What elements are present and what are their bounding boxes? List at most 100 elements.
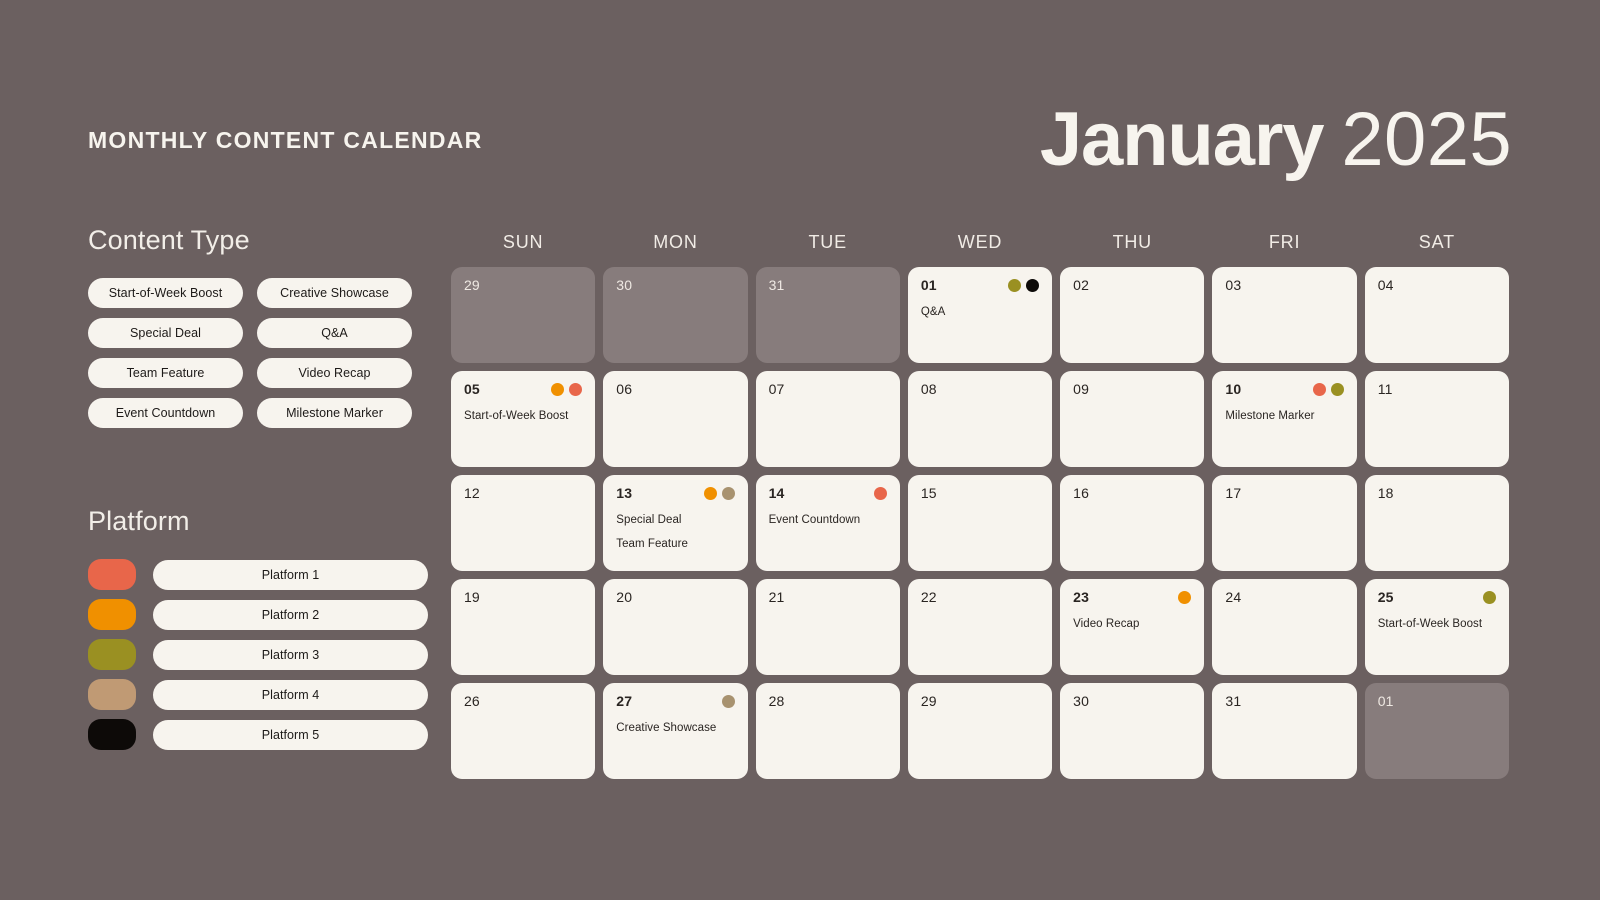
day-number: 29 [464, 277, 480, 293]
calendar-day-header: 13 [616, 486, 735, 502]
calendar-day-cell-out-of-month[interactable]: 30 [603, 267, 748, 363]
day-number: 28 [768, 693, 785, 709]
calendar-day-cell[interactable]: 05 Start-of-Week Boost [451, 371, 596, 467]
calendar-day-cell[interactable]: 25 Start-of-Week Boost [1364, 579, 1509, 675]
platform-dot-group [1483, 590, 1496, 604]
content-type-pill[interactable]: Milestone Marker [257, 398, 412, 428]
calendar-event-label[interactable]: Team Feature [616, 537, 737, 553]
page-header: MONTHLY CONTENT CALENDAR January 2025 [0, 95, 1600, 185]
calendar-day-cell-out-of-month[interactable]: 01 [1364, 683, 1509, 779]
content-type-pill[interactable]: Q&A [257, 318, 412, 348]
platform-dot-icon [873, 487, 887, 500]
content-type-pill[interactable]: Creative Showcase [257, 278, 412, 308]
calendar-day-cell[interactable]: 29 [907, 683, 1053, 779]
calendar-day-cell[interactable]: 14 Event Countdown [755, 475, 900, 571]
calendar-day-cell[interactable]: 26 [451, 683, 596, 779]
platform-dot-group [703, 486, 735, 500]
calendar-day-cell-out-of-month[interactable]: 31 [755, 267, 900, 363]
calendar-day-header: 29 [921, 694, 1039, 710]
day-number: 14 [768, 485, 785, 501]
calendar-day-cell[interactable]: 07 [755, 371, 900, 467]
day-of-week-label: SAT [1418, 232, 1455, 252]
platform-dot-icon [1312, 383, 1326, 396]
platform-pill[interactable]: Platform 2 [153, 599, 428, 630]
platform-dot-icon [1178, 591, 1192, 604]
calendar-day-cell[interactable]: 20 [603, 579, 748, 675]
content-type-pill[interactable]: Start-of-Week Boost [88, 278, 243, 308]
calendar-day-header: 22 [921, 590, 1039, 606]
calendar-day-events: Creative Showcase [616, 721, 737, 737]
calendar-event-label[interactable]: Event Countdown [769, 513, 890, 529]
calendar-day-cell[interactable]: 18 [1364, 475, 1509, 571]
day-number: 18 [1377, 485, 1394, 501]
calendar-day-cell[interactable]: 08 [907, 371, 1053, 467]
day-number: 01 [920, 277, 937, 293]
platform-pill[interactable]: Platform 5 [153, 719, 428, 750]
platform-row[interactable]: Platform 5 [88, 719, 428, 750]
calendar-event-label[interactable]: Video Recap [1073, 617, 1194, 633]
calendar-day-cell[interactable]: 28 [755, 683, 900, 779]
calendar-day-cell[interactable]: 09 [1060, 371, 1205, 467]
content-type-pill[interactable]: Video Recap [257, 358, 412, 388]
calendar-day-header: 01 [1378, 694, 1496, 710]
day-of-week-label: TUE [808, 232, 847, 252]
calendar-day-header: 08 [921, 382, 1039, 398]
platform-section: Platform Platform 1 Platform 2 Platform 3P… [88, 506, 428, 750]
calendar-day-cell-out-of-month[interactable]: 29 [451, 267, 596, 363]
calendar-day-header: 04 [1378, 278, 1496, 294]
calendar-day-cell[interactable]: 10 Milestone Marker [1212, 371, 1357, 467]
calendar-day-cell[interactable]: 03 [1212, 267, 1357, 363]
platform-row[interactable]: Platform 2 [88, 599, 428, 630]
calendar-day-cell[interactable]: 27 Creative Showcase [603, 683, 748, 779]
calendar-day-cell[interactable]: 21 [755, 579, 900, 675]
calendar-event-label[interactable]: Q&A [921, 305, 1042, 321]
platform-row[interactable]: Platform 4 [88, 679, 428, 710]
calendar-event-label[interactable]: Start-of-Week Boost [1378, 617, 1499, 633]
day-number: 22 [920, 589, 937, 605]
calendar-day-header: 14 [769, 486, 887, 502]
platform-dot-icon [1483, 591, 1496, 604]
calendar-day-cell[interactable]: 17 [1212, 475, 1357, 571]
day-number: 20 [616, 589, 633, 605]
calendar-day-cell[interactable]: 23 Video Recap [1060, 579, 1205, 675]
calendar-event-label[interactable]: Start-of-Week Boost [464, 409, 585, 425]
day-number: 05 [464, 381, 480, 397]
calendar-day-cell[interactable]: 31 [1212, 683, 1357, 779]
platform-dot-group [721, 694, 735, 708]
calendar-day-cell[interactable]: 22 [907, 579, 1053, 675]
calendar-day-header: 30 [1073, 694, 1191, 710]
platform-row[interactable]: Platform 3 [88, 639, 428, 670]
calendar-day-cell[interactable]: 12 [451, 475, 596, 571]
calendar-event-label[interactable]: Special Deal [616, 513, 737, 529]
day-number: 23 [1073, 589, 1089, 605]
platform-dot-icon [569, 383, 583, 396]
content-type-pill[interactable]: Event Countdown [88, 398, 243, 428]
calendar-day-cell[interactable]: 04 [1364, 267, 1509, 363]
calendar-day-header: 30 [616, 278, 734, 294]
calendar-day-header: 29 [464, 278, 582, 294]
day-number: 10 [1225, 381, 1242, 397]
calendar-event-label[interactable]: Creative Showcase [616, 721, 737, 737]
platform-pill[interactable]: Platform 1 [153, 559, 428, 590]
platform-pill[interactable]: Platform 4 [153, 679, 428, 710]
calendar-day-cell[interactable]: 02 [1060, 267, 1205, 363]
calendar-day-cell[interactable]: 11 [1364, 371, 1509, 467]
calendar-day-cell[interactable]: 16 [1060, 475, 1205, 571]
platform-pill[interactable]: Platform 3 [153, 639, 428, 670]
content-type-pill[interactable]: Team Feature [88, 358, 243, 388]
calendar-day-events: Event Countdown [769, 513, 890, 529]
content-type-legend: Start-of-Week Boost Creative Showcase Spec… [88, 278, 428, 428]
calendar-day-cell[interactable]: 06 [603, 371, 748, 467]
platform-row[interactable]: Platform 1 [88, 559, 428, 590]
calendar-day-cell[interactable]: 15 [907, 475, 1053, 571]
calendar-day-header: 11 [1378, 382, 1496, 398]
calendar-day-cell[interactable]: 30 [1060, 683, 1205, 779]
day-of-week-label: MON [653, 232, 698, 252]
calendar-day-cell[interactable]: 24 [1212, 579, 1357, 675]
calendar-day-header: 25 [1378, 590, 1496, 606]
calendar-event-label[interactable]: Milestone Marker [1225, 409, 1346, 425]
calendar-day-cell[interactable]: 13 Special Deal Team Feature [603, 475, 748, 571]
content-type-pill[interactable]: Special Deal [88, 318, 243, 348]
calendar-day-cell[interactable]: 19 [451, 579, 596, 675]
calendar-day-cell[interactable]: 01 Q&A [907, 267, 1053, 363]
